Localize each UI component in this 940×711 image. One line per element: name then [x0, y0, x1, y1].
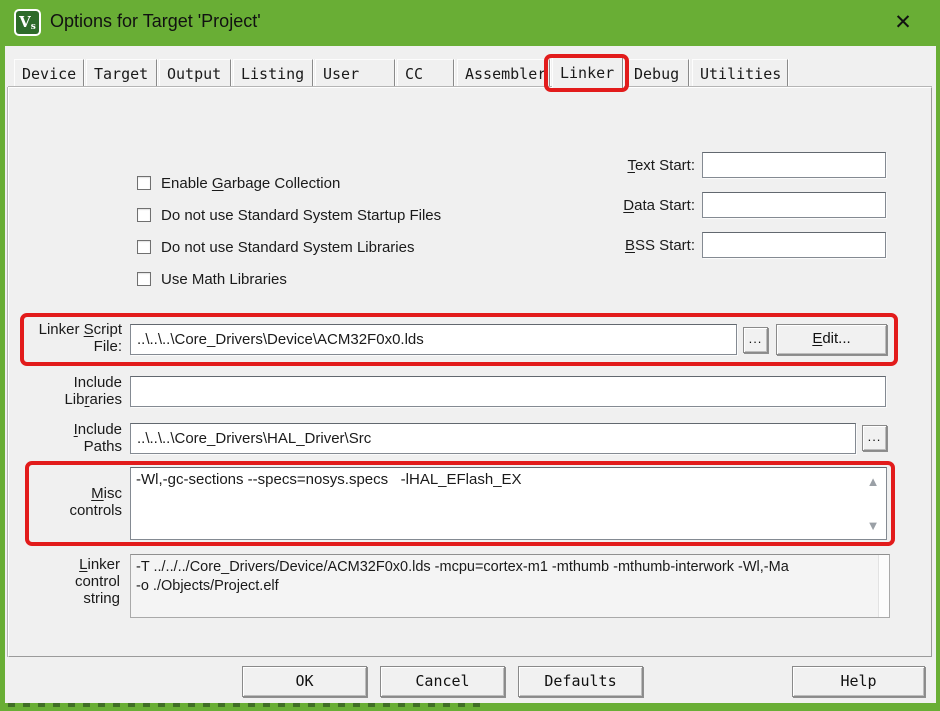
- linker-control-string-scrollbar[interactable]: [878, 555, 889, 617]
- linker-script-file-label: Linker Script File:: [24, 321, 122, 355]
- tab-user[interactable]: User: [315, 59, 395, 88]
- checkbox-box[interactable]: [137, 208, 151, 222]
- text-start-label: Text Start:: [560, 157, 695, 174]
- linker-control-string-label: Linker control string: [22, 556, 120, 607]
- tab-linker[interactable]: Linker: [552, 56, 623, 90]
- options-dialog-window: Vs Options for Target 'Project' ✕ Device…: [0, 0, 940, 711]
- include-paths-browse-button[interactable]: ...: [862, 425, 887, 451]
- window-title: Options for Target 'Project': [50, 11, 261, 32]
- uvision-app-icon: Vs: [14, 9, 41, 36]
- data-start-input[interactable]: [702, 192, 886, 218]
- checkbox-label: Do not use Standard System Libraries: [161, 239, 414, 256]
- title-bar: Vs Options for Target 'Project' ✕: [0, 0, 940, 46]
- tab-assembler[interactable]: Assembler: [457, 59, 550, 88]
- include-libraries-input[interactable]: [130, 376, 886, 407]
- defaults-button[interactable]: Defaults: [518, 666, 643, 697]
- linker-script-browse-button[interactable]: ...: [743, 327, 768, 353]
- tab-output[interactable]: Output: [159, 59, 231, 88]
- misc-controls-scroll: ▲ ▼: [860, 468, 886, 539]
- checkbox-label: Use Math Libraries: [161, 271, 287, 288]
- include-libraries-label: Include Libraries: [24, 374, 122, 408]
- misc-controls-label: Misc controls: [24, 485, 122, 519]
- linker-script-file-input[interactable]: [130, 324, 737, 355]
- tab-cc[interactable]: CC: [397, 59, 454, 88]
- ok-button[interactable]: OK: [242, 666, 367, 697]
- tab-listing[interactable]: Listing: [233, 59, 313, 88]
- cancel-button[interactable]: Cancel: [380, 666, 505, 697]
- checkbox-box[interactable]: [137, 176, 151, 190]
- data-start-label: Data Start:: [560, 197, 695, 214]
- checkbox-label: Do not use Standard System Startup Files: [161, 207, 441, 224]
- tab-debug[interactable]: Debug: [626, 59, 689, 88]
- bss-start-label: BSS Start:: [560, 237, 695, 254]
- checkbox-box[interactable]: [137, 240, 151, 254]
- checkbox-label: Enable Garbage Collection: [161, 175, 340, 192]
- tab-target[interactable]: Target: [86, 59, 157, 88]
- scroll-down-icon[interactable]: ▼: [864, 518, 882, 533]
- tab-utilities[interactable]: Utilities: [692, 59, 788, 88]
- linker-control-string-value: -T ../../../Core_Drivers/Device/ACM32F0x…: [136, 558, 875, 596]
- help-button[interactable]: Help: [792, 666, 925, 697]
- text-start-input[interactable]: [702, 152, 886, 178]
- bss-start-input[interactable]: [702, 232, 886, 258]
- linker-control-string-box: -T ../../../Core_Drivers/Device/ACM32F0x…: [130, 554, 890, 618]
- linker-script-edit-button[interactable]: Edit...: [776, 324, 887, 355]
- tab-device[interactable]: Device: [14, 59, 84, 88]
- include-paths-label: Include Paths: [24, 421, 122, 455]
- misc-controls-value: -Wl,-gc-sections --specs=nosys.specs -lH…: [136, 471, 856, 488]
- misc-controls-input[interactable]: -Wl,-gc-sections --specs=nosys.specs -lH…: [130, 467, 887, 540]
- close-icon[interactable]: ✕: [888, 8, 918, 38]
- scroll-up-icon[interactable]: ▲: [864, 474, 882, 489]
- include-paths-input[interactable]: [130, 423, 856, 454]
- background-window-artifact: [8, 703, 488, 707]
- checkbox-box[interactable]: [137, 272, 151, 286]
